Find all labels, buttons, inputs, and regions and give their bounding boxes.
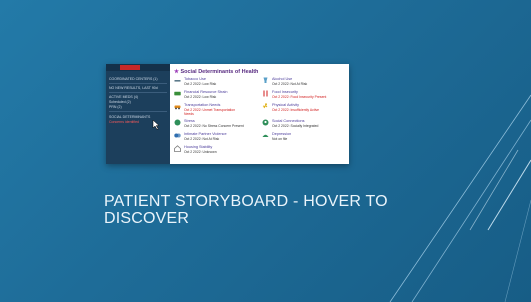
glass-icon (263, 77, 268, 83)
sidebar-divider (109, 92, 167, 93)
sdoh-item-detail: Oct 2 2022: Unknown (184, 150, 217, 154)
sdoh-item-title: Housing Stability (184, 145, 213, 149)
sdoh-item-detail: Oct 2 2022: Food Insecurity Present (272, 95, 327, 99)
car-icon (174, 105, 181, 110)
cigarette-icon (174, 80, 181, 82)
sdoh-item-title: Transportation Needs (184, 103, 221, 107)
house-icon (174, 145, 181, 152)
sidebar-line: NO NEW RESULTS, LAST 90d (109, 86, 158, 90)
partner-icon (174, 133, 181, 138)
sidebar-line-alert: Concerns identified (109, 120, 139, 124)
sdoh-header: ★ Social Determinants of Health (174, 69, 258, 75)
sidebar-divider (109, 83, 167, 84)
sdoh-item-detail: Oct 2 2022: Not At Risk (272, 82, 308, 86)
sdoh-item-title: Stress (184, 119, 195, 123)
runner-icon (262, 103, 268, 109)
sdoh-item-detail: Oct 2 2022: No Stress Concern Present (184, 124, 244, 128)
sdoh-item-detail: Not on file (272, 137, 288, 141)
sdoh-item-title: Food Insecurity (272, 90, 298, 94)
sdoh-item-title: Physical Activity (272, 103, 300, 107)
sdoh-header-text: Social Determinants of Health (180, 69, 259, 75)
sidebar-line: PRN (2) (109, 105, 122, 109)
slide-title-line-2: DISCOVER (104, 210, 190, 227)
sidebar-alert-bar (120, 65, 140, 70)
sidebar-line: SOCIAL DETERMINANTS (109, 115, 151, 119)
sidebar-divider (109, 111, 167, 112)
sdoh-item-title: Tobacco Use (184, 77, 206, 81)
slide-title: PATIENT STORYBOARD - HOVER TO DISCOVER (104, 193, 404, 227)
slide: COORDINATED CENTERS (1) NO NEW RESULTS, … (0, 0, 531, 302)
sdoh-item-title: Social Connections (272, 119, 305, 123)
sdoh-item-detail: Oct 2 2022: Low Risk (184, 82, 217, 86)
mood-icon (262, 134, 269, 137)
sdoh-item-detail: Oct 2 2022: Not At Risk (184, 137, 220, 141)
mouse-pointer-icon (152, 120, 160, 130)
sdoh-item-detail: Oct 2 2022: Insufficiently Active (272, 108, 320, 112)
sdoh-item-title: Intimate Partner Violence (184, 132, 227, 136)
utensils-icon (263, 90, 268, 97)
sdoh-item-detail: Oct 2 2022: Low Risk (184, 95, 217, 99)
sdoh-panel: ★ Social Determinants of Health Tobacco … (170, 64, 349, 164)
stress-icon (174, 119, 181, 126)
embedded-ehr-screenshot: COORDINATED CENTERS (1) NO NEW RESULTS, … (106, 64, 349, 164)
sdoh-item-title: Alcohol Use (272, 77, 293, 81)
sdoh-item-title: Financial Resource Strain (184, 90, 228, 94)
ehr-sidebar: COORDINATED CENTERS (1) NO NEW RESULTS, … (106, 64, 170, 164)
sidebar-line: Scheduled (2) (109, 100, 131, 104)
money-icon (174, 91, 181, 96)
sdoh-item-title: Depression (272, 132, 292, 136)
sidebar-line: ACTIVE MEDS (4) (109, 95, 138, 99)
people-icon (262, 119, 269, 126)
sdoh-item-detail: Oct 2 2022: Socially Integrated (272, 124, 319, 128)
sdoh-item-detail-cont: Needs (184, 112, 194, 116)
slide-title-line-1: PATIENT STORYBOARD - HOVER TO (104, 193, 388, 210)
sidebar-line: COORDINATED CENTERS (1) (109, 77, 158, 81)
